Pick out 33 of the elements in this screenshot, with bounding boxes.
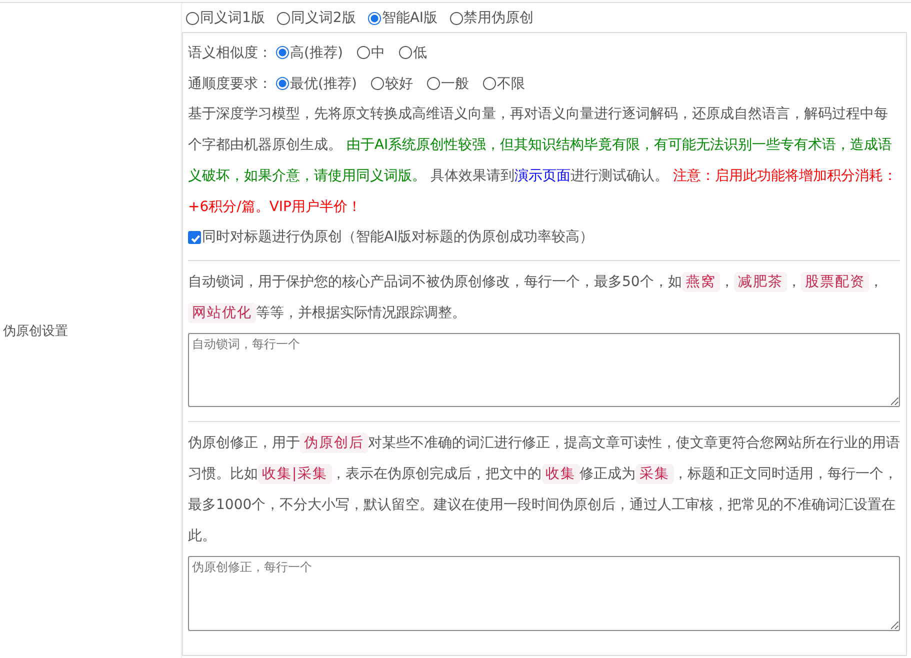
radio-option[interactable]: 同义词2版 [276,9,356,27]
radio-option[interactable]: 智能AI版 [368,9,438,27]
radio-option[interactable]: 同义词1版 [186,9,265,27]
demo-page-link[interactable]: 演示页面 [514,168,570,184]
radio-button[interactable] [276,12,290,24]
radio-button[interactable] [482,77,496,90]
setting-label: 语义相似度： [188,44,272,62]
radio-button[interactable] [186,12,199,24]
corrections-field[interactable]: 伪原创修正，每行一个 [188,556,900,630]
radio-option[interactable]: 禁用伪原创 [450,9,534,27]
radio-button[interactable] [426,77,440,90]
radio-option[interactable]: 低 [398,44,427,62]
radio-button[interactable] [276,46,289,59]
ai-description: 基于深度学习模型，先将原文转换成高维语义向量，再对语义向量进行逐词解码，还原成自然语言，解码过程中每个字都由机器原创生成。 由于AI系统原创性较强，但其知识结构毕竟有限，有可能无法识别一些专有术语，造成语义破坏，如果介意，请使用同义词版。 具体效果请到演示页面进行测试确认。 注意：启用此功能将增加积分消耗：+6积分/篇。VIP用户半价！ [188,105,898,217]
corrections-description: 伪原创修正，用于 伪原创后 对某些不准确的词汇进行修正，提高文章可读性，使文章更符合您网站所在行业的用语习惯。比如 收集|采集 ，表示在伪原创完成后，把文中的 收集 修正成为 采集 ，标题和正文同时适用，每行一个，最多1000个，不分大小写，默认留空。建议在使用一段时间伪原创后，通过人工审核，把常见的不准确词汇设置在此。 [188,432,900,546]
radio-option[interactable]: 较好 [370,74,413,92]
radio-button[interactable] [370,77,384,90]
radio-button[interactable] [450,12,463,24]
radio-button[interactable] [356,46,370,59]
radio-option[interactable]: 一般 [426,74,469,92]
setting-label: 通顺度要求： [188,74,272,92]
radio-button[interactable] [368,12,381,24]
radio-button[interactable] [276,77,289,90]
lock-words-field[interactable]: 自动锁词，每行一个 [188,332,900,406]
radio-option[interactable]: 最优(推荐) [276,74,357,92]
lock-words-description: 自动锁词，用于保护您的核心产品词不被伪原创修改，每行一个，最多50个，如 燕窝 ， 减肥茶 ， 股票配资 ， 网站优化 等等，并根据实际情况跟踪调整。 [188,270,884,324]
checkbox[interactable] [188,230,201,244]
title-checkbox[interactable]: 同时对标题进行伪原创（智能AI版对标题的伪原创成功率较高） [188,228,594,246]
radio-option[interactable]: 高(推荐) [276,44,343,62]
radio-option[interactable]: 不限 [482,74,525,92]
radio-button[interactable] [398,46,412,59]
radio-option[interactable]: 中 [356,44,385,62]
row-label: 伪原创设置 [3,323,68,340]
